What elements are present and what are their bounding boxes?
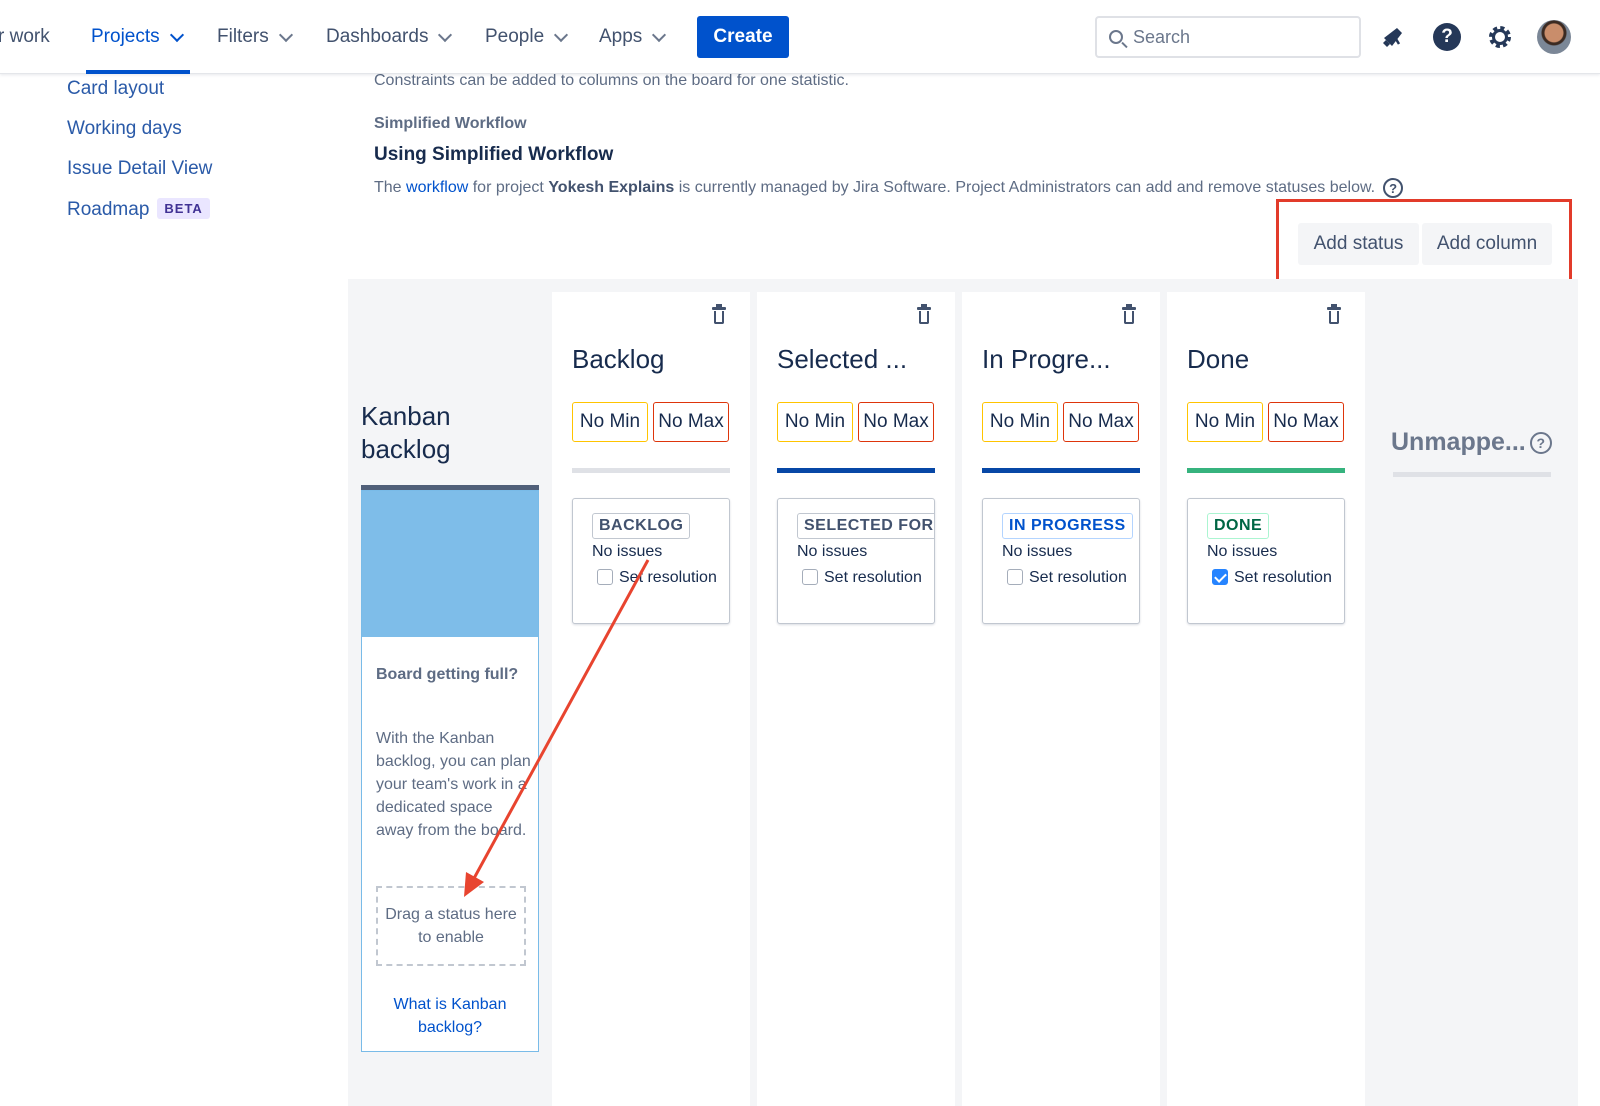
add-column-button[interactable]: Add column <box>1422 223 1552 265</box>
status-card-in-progress[interactable]: IN PROGRESS No issues Set resolution <box>982 498 1140 624</box>
active-nav-indicator <box>86 70 190 74</box>
column-status-bar <box>1187 468 1345 473</box>
column-status-bar <box>572 468 730 473</box>
question-icon[interactable]: ? <box>1383 178 1404 198</box>
sidebar-item-issue-detail-view[interactable]: Issue Detail View <box>67 158 212 180</box>
nav-apps[interactable]: Apps <box>599 22 667 52</box>
help-button[interactable]: ? <box>1430 20 1464 54</box>
beta-badge: BETA <box>157 198 210 219</box>
sidebar-item-roadmap[interactable]: Roadmap BETA <box>67 198 210 221</box>
status-drop-zone[interactable]: Drag a status here to enable <box>376 886 526 966</box>
nav-your-work[interactable]: r work <box>0 22 50 52</box>
workflow-link[interactable]: workflow <box>406 179 468 197</box>
column-max-input[interactable]: No Max <box>653 402 729 442</box>
status-lozenge: BACKLOG <box>592 513 691 539</box>
kanban-backlog-title: Kanban backlog <box>361 401 451 464</box>
status-lozenge: SELECTED FOR <box>797 513 934 539</box>
nav-projects[interactable]: Projects <box>91 22 184 52</box>
search-input[interactable]: Search <box>1095 16 1361 58</box>
sidebar-item-working-days[interactable]: Working days <box>67 118 182 140</box>
help-icon: ? <box>1433 23 1461 51</box>
trash-icon[interactable] <box>712 304 726 325</box>
notification-icon[interactable] <box>1376 20 1410 54</box>
column-title[interactable]: Backlog <box>572 344 665 375</box>
status-card-selected[interactable]: SELECTED FOR No issues Set resolution <box>777 498 935 624</box>
sidebar-item-card-layout[interactable]: Card layout <box>67 78 164 100</box>
chevron-down-icon <box>278 27 293 42</box>
trash-icon[interactable] <box>1327 304 1341 325</box>
kanban-backlog-help-link[interactable]: What is Kanban backlog? <box>372 993 528 1039</box>
nav-filters[interactable]: Filters <box>217 22 293 52</box>
unmapped-statuses-title: Unmappe... ? <box>1391 428 1552 457</box>
constraint-note: Constraints can be added to columns on t… <box>374 72 849 89</box>
kanban-illustration <box>362 491 538 637</box>
column-min-input[interactable]: No Min <box>777 402 853 442</box>
trash-icon[interactable] <box>917 304 931 325</box>
question-icon[interactable]: ? <box>1529 431 1552 454</box>
workflow-section-label: Simplified Workflow <box>374 115 527 132</box>
search-icon <box>1109 30 1123 44</box>
column-min-input[interactable]: No Min <box>572 402 648 442</box>
column-min-input[interactable]: No Min <box>982 402 1058 442</box>
megaphone-icon <box>1383 28 1402 47</box>
avatar[interactable] <box>1537 20 1571 54</box>
nav-people[interactable]: People <box>485 22 569 52</box>
status-lozenge: IN PROGRESS <box>1002 513 1133 539</box>
sidebar-item-label: Roadmap <box>67 199 150 220</box>
chevron-down-icon <box>438 27 453 42</box>
top-navigation: r work Projects Filters Dashboards Peopl… <box>0 0 1600 74</box>
set-resolution-label: Set resolution <box>619 569 717 586</box>
column-max-input[interactable]: No Max <box>858 402 934 442</box>
column-status-bar <box>982 468 1140 473</box>
search-placeholder: Search <box>1133 26 1191 47</box>
column-title[interactable]: Selected ... <box>777 344 907 375</box>
create-button[interactable]: Create <box>697 16 789 58</box>
kanban-backlog-heading: Board getting full? <box>376 666 519 683</box>
nav-dashboards[interactable]: Dashboards <box>326 22 453 52</box>
workflow-title: Using Simplified Workflow <box>374 144 614 165</box>
workflow-description: The workflow for project Yokesh Explains… <box>374 178 1404 198</box>
unmapped-bar <box>1393 472 1551 477</box>
chevron-down-icon <box>652 27 667 42</box>
chevron-down-icon <box>554 27 569 42</box>
column-title[interactable]: In Progre... <box>982 344 1111 375</box>
column-status-bar <box>777 468 935 473</box>
set-resolution-label: Set resolution <box>1234 569 1332 586</box>
issue-count: No issues <box>592 543 663 560</box>
add-status-button[interactable]: Add status <box>1298 223 1419 265</box>
trash-icon[interactable] <box>1122 304 1136 325</box>
set-resolution-label: Set resolution <box>1029 569 1127 586</box>
kanban-backlog-body: With the Kanban backlog, you can plan yo… <box>376 730 531 839</box>
issue-count: No issues <box>1207 543 1278 560</box>
issue-count: No issues <box>1002 543 1073 560</box>
issue-count: No issues <box>797 543 868 560</box>
set-resolution-label: Set resolution <box>824 569 922 586</box>
status-lozenge: DONE <box>1207 513 1270 539</box>
kanban-backlog-panel: Board getting full? With the Kanban back… <box>361 490 539 1052</box>
status-card-backlog[interactable]: BACKLOG No issues Set resolution <box>572 498 730 624</box>
column-max-input[interactable]: No Max <box>1268 402 1344 442</box>
project-name: Yokesh Explains <box>548 179 675 196</box>
status-card-done[interactable]: DONE No issues Set resolution <box>1187 498 1345 624</box>
chevron-down-icon <box>169 27 184 42</box>
gear-icon <box>1489 26 1511 48</box>
column-title[interactable]: Done <box>1187 344 1249 375</box>
column-max-input[interactable]: No Max <box>1063 402 1139 442</box>
column-min-input[interactable]: No Min <box>1187 402 1263 442</box>
settings-button[interactable] <box>1483 20 1517 54</box>
